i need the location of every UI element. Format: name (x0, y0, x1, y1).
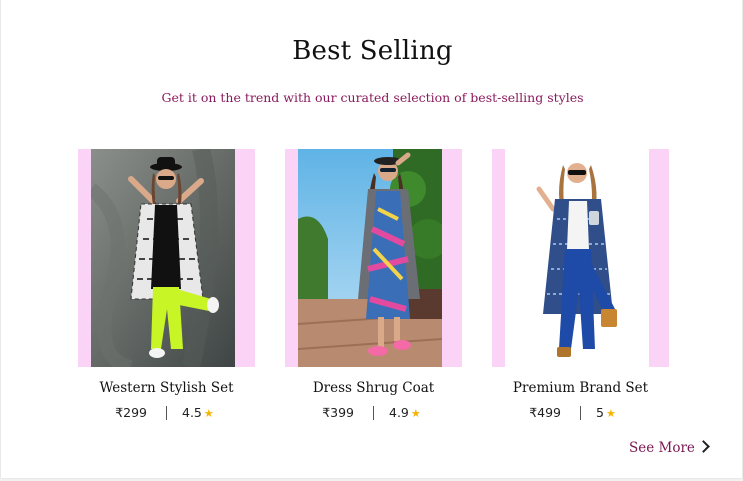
product-card[interactable]: Premium Brand Set ₹499 5 ★ (492, 149, 669, 420)
product-rating: 4.9 ★ (389, 405, 421, 420)
section-title: Best Selling (292, 36, 453, 66)
product-meta: ₹399 4.9 ★ (285, 405, 462, 423)
product-photo[interactable] (91, 149, 235, 367)
product-photo[interactable] (505, 149, 649, 367)
meta-divider (373, 406, 374, 420)
product-price: ₹399 (322, 405, 354, 420)
rating-value: 4.9 (389, 405, 409, 420)
product-rating: 4.5 ★ (182, 405, 214, 420)
product-photo-graphic (505, 149, 649, 367)
rating-value: 5 (596, 405, 604, 420)
product-price: ₹499 (529, 405, 561, 420)
best-selling-section: Best Selling Get it on the trend with ou… (1, 0, 742, 478)
product-name[interactable]: Dress Shrug Coat (285, 380, 462, 396)
product-name[interactable]: Western Stylish Set (78, 380, 255, 396)
product-image-frame[interactable] (492, 149, 669, 367)
star-icon: ★ (410, 407, 421, 420)
chevron-right-icon (697, 440, 710, 453)
product-image-frame[interactable] (78, 149, 255, 367)
product-photo[interactable] (298, 149, 442, 367)
meta-divider (166, 406, 167, 420)
product-name[interactable]: Premium Brand Set (492, 380, 669, 396)
see-more-label: See More (629, 440, 695, 456)
product-photo-graphic (298, 149, 442, 367)
product-image-frame[interactable] (285, 149, 462, 367)
product-photo-graphic (91, 149, 235, 367)
product-card[interactable]: Western Stylish Set ₹299 4.5 ★ (78, 149, 255, 420)
product-meta: ₹499 5 ★ (492, 405, 669, 423)
section-subtitle: Get it on the trend with our curated sel… (161, 90, 584, 105)
product-rating: 5 ★ (596, 405, 616, 420)
star-icon: ★ (605, 407, 616, 420)
star-icon: ★ (203, 407, 214, 420)
product-price: ₹299 (115, 405, 147, 420)
product-card[interactable]: Dress Shrug Coat ₹399 4.9 ★ (285, 149, 462, 420)
meta-divider (580, 406, 581, 420)
see-more-link[interactable]: See More (629, 440, 710, 456)
product-meta: ₹299 4.5 ★ (78, 405, 255, 423)
rating-value: 4.5 (182, 405, 202, 420)
